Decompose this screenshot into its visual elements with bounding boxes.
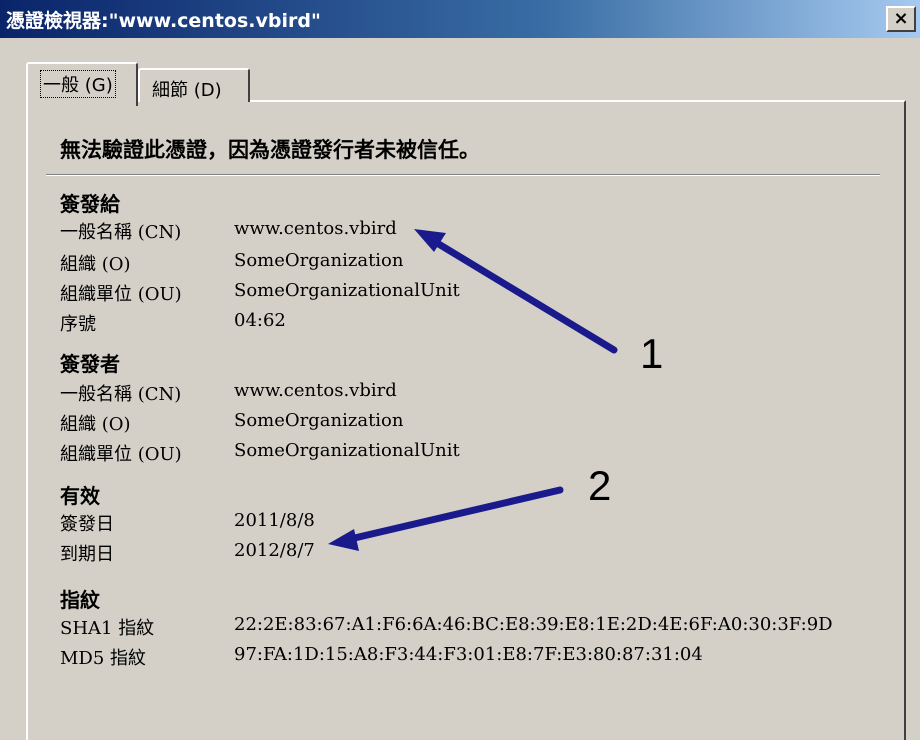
annotation-overlay: 1 2: [328, 229, 663, 551]
tab-general-label: 一般 (G): [40, 70, 116, 98]
annotation-arrow-1: [414, 229, 618, 354]
tab-details[interactable]: 細節 (D): [138, 68, 250, 102]
tab-general[interactable]: 一般 (G): [26, 62, 138, 106]
annotation-label-2: 2: [588, 462, 611, 509]
annotation-label-1: 1: [640, 330, 663, 377]
annotation-arrow-2: [328, 486, 564, 551]
tab-details-label: 細節 (D): [152, 80, 222, 101]
